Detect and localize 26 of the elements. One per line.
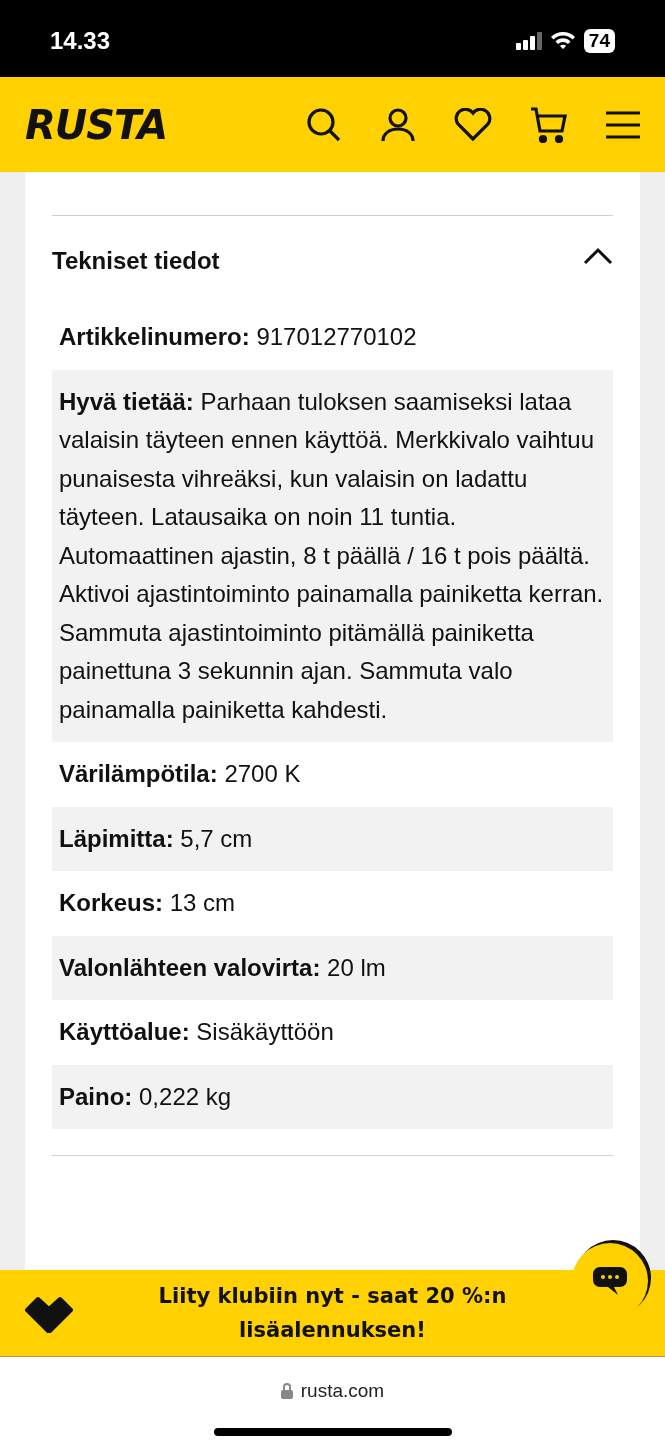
chevron-icon[interactable] [583, 246, 613, 265]
wifi-icon [549, 31, 576, 50]
spec-text: Hyvä tietää: Parhaan tuloksen saamiseksi lataa valaisin täyteen ennen käyttöä. Merkkivalo vaihtuu punaisesta vihreäksi, kun valaisin on ladattu täyteen. Latausaika on noin 11 tuntia. Automaattinen ajastin, 8 t päällä / 16 t pois päältä. Aktivoi ajastintoiminto painamalla painiketta kerran. Sammuta ajastintoiminto pitämällä painiketta painettuna 3 sekunnin ajan. Sammuta valo painamalla painiketta kahdesti. [59, 386, 605, 725]
spec-text: Korkeus: 13 cm [59, 888, 237, 918]
home-indicator[interactable] [213, 1427, 452, 1436]
signal-icon [515, 31, 542, 50]
promo-banner[interactable]: Liity klubiin nyt - saat 20 %:n lisäalennuksen! [0, 1270, 665, 1357]
menu-icon[interactable] [606, 110, 640, 139]
section-title[interactable]: Tekniset tiedot [52, 242, 220, 279]
spec-text: Läpimitta: 5,7 cm [59, 823, 254, 854]
status-time: 14.33 [50, 25, 111, 56]
lock-icon [280, 1383, 293, 1400]
spec-text: Paino: 0,222 kg [59, 1081, 233, 1112]
search-icon[interactable] [306, 106, 342, 143]
spec-text: Valonlähteen valovirta: 20 lm [59, 952, 387, 983]
spec-text: Käyttöalue: Sisäkäyttöön [59, 1017, 335, 1047]
url-text[interactable]: rusta.com [300, 1377, 385, 1406]
battery-level: 74 [583, 28, 615, 53]
account-icon[interactable] [380, 107, 416, 142]
spec-text: Värilämpötila: 2700 K [59, 759, 302, 789]
spec-text: Artikkelinumero: 917012770102 [59, 322, 418, 352]
cart-icon[interactable] [530, 106, 568, 143]
chat-icon [592, 1266, 628, 1296]
promo-text: Liity klubiin nyt - saat 20 %:n lisäalennuksen! [157, 1283, 508, 1344]
logo[interactable]: RUSTA [25, 94, 168, 155]
heart-icon[interactable] [454, 107, 492, 142]
